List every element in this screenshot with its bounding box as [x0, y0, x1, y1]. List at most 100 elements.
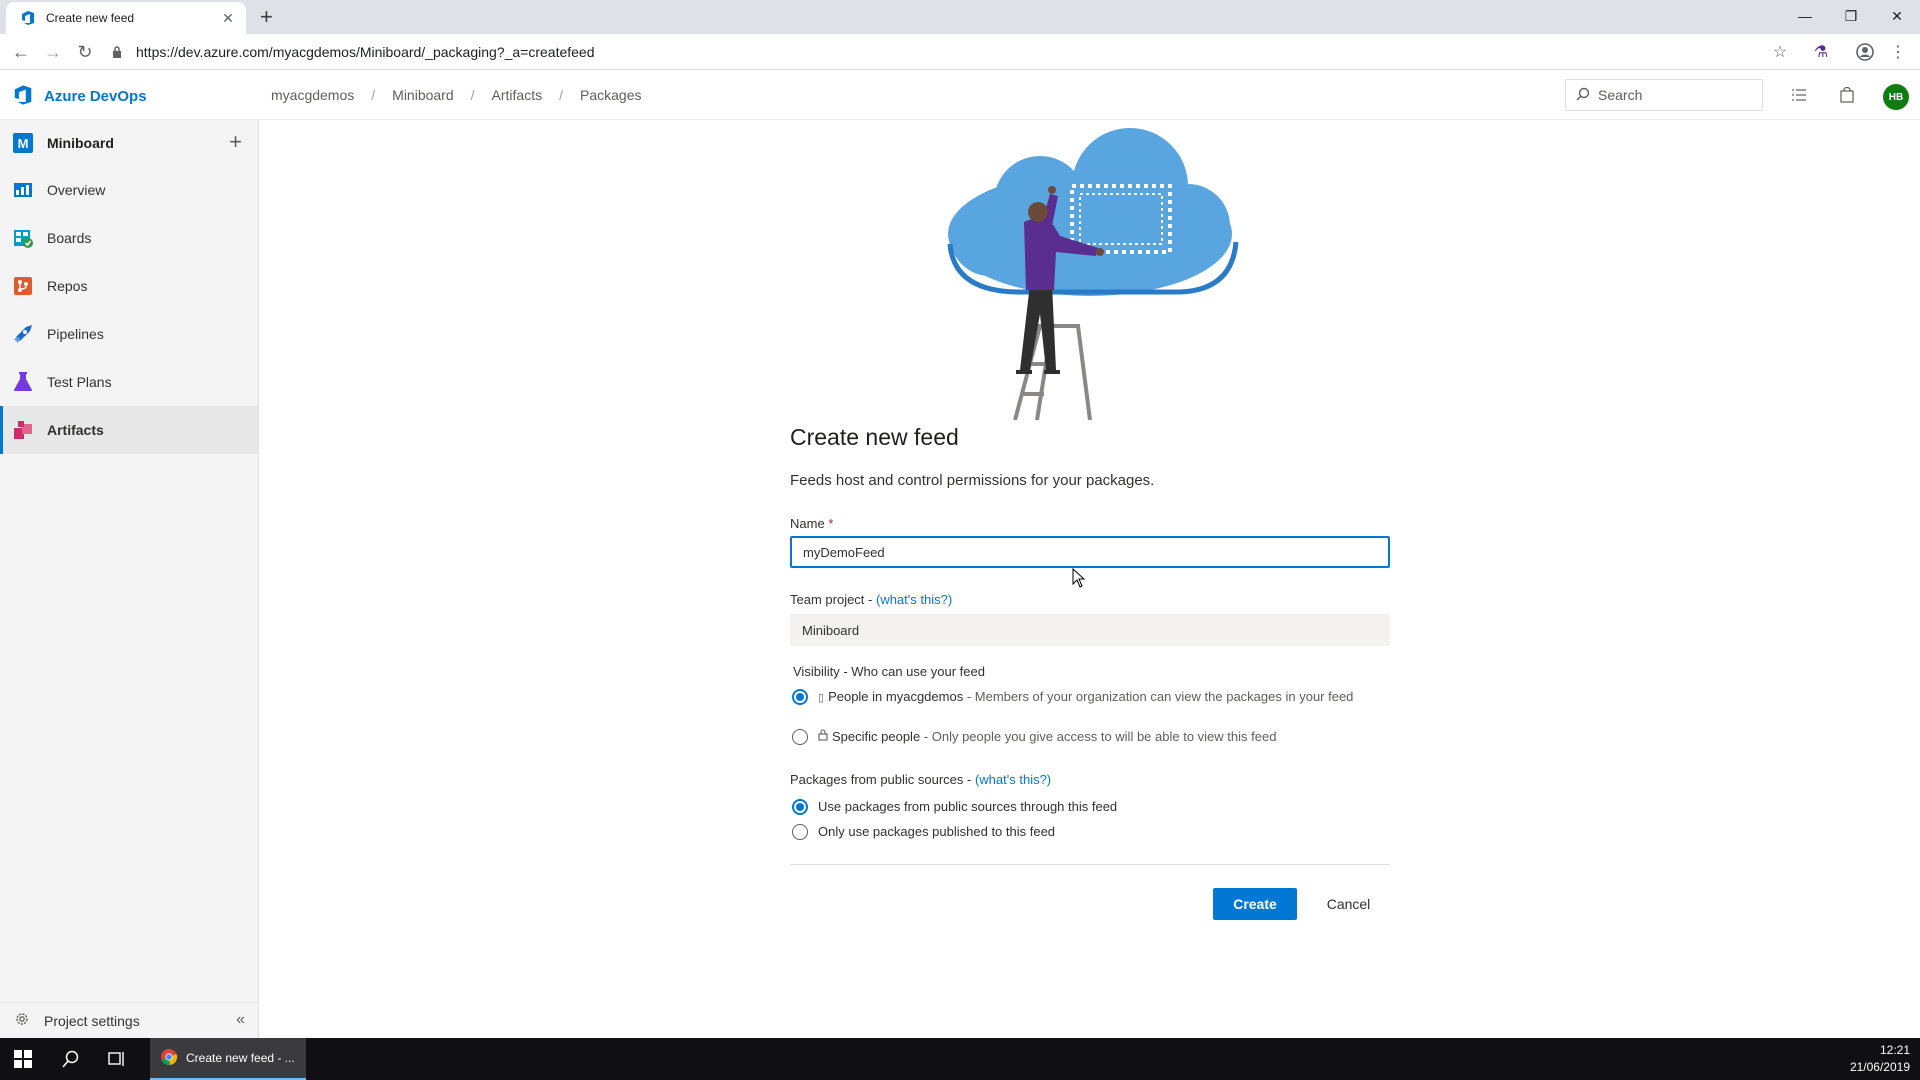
visibility-radio-specific[interactable]	[792, 729, 808, 745]
sidebar-item-repos[interactable]: Repos	[0, 262, 258, 310]
repos-icon	[12, 275, 34, 297]
tab-close-icon[interactable]: ✕	[220, 10, 236, 27]
breadcrumb-hub[interactable]: Artifacts	[492, 87, 543, 103]
address-bar[interactable]: https://dev.azure.com/myacgdemos/Miniboa…	[112, 39, 1777, 65]
visibility-option-specific[interactable]: Specific people - Only people you give a…	[792, 728, 1392, 747]
public-radio-local-only[interactable]	[792, 824, 808, 840]
breadcrumb-separator: /	[371, 87, 376, 103]
sidebar: M Miniboard + Overview Boards Repos Pipe…	[0, 120, 259, 1038]
system-clock[interactable]: 12:21 21/06/2019	[1850, 1042, 1910, 1076]
azure-devops-favicon-icon	[20, 10, 36, 26]
public-option-label: Use packages from public sources through…	[818, 799, 1118, 814]
windows-start-icon[interactable]	[14, 1050, 32, 1071]
breadcrumb-org[interactable]: myacgdemos	[271, 87, 354, 103]
sidebar-item-label: Pipelines	[47, 326, 104, 342]
form-divider	[790, 864, 1390, 865]
sidebar-item-label: Overview	[47, 182, 106, 198]
project-name: Miniboard	[47, 135, 114, 151]
cancel-button[interactable]: Cancel	[1307, 888, 1390, 920]
boards-icon	[12, 227, 34, 249]
reload-icon[interactable]: ↻	[73, 40, 97, 64]
clock-time: 12:21	[1879, 1043, 1910, 1057]
visibility-option-organization[interactable]: ▯ People in myacgdemos - Members of your …	[792, 688, 1392, 707]
public-option-upstream[interactable]: Use packages from public sources through…	[792, 798, 1392, 816]
visibility-radio-organization[interactable]	[792, 689, 808, 705]
ado-logo[interactable]: Azure DevOps	[12, 84, 147, 109]
page-subtitle: Feeds host and control permissions for y…	[790, 472, 1155, 489]
back-icon[interactable]: ←	[9, 40, 33, 64]
sidebar-item-boards[interactable]: Boards	[0, 214, 258, 262]
url-text: https://dev.azure.com/myacgdemos/Miniboa…	[136, 44, 595, 60]
project-settings[interactable]: Project settings «	[0, 1002, 259, 1038]
collapse-sidebar-icon[interactable]: «	[236, 1011, 245, 1029]
visibility-option-separator: -	[963, 689, 975, 704]
public-sources-whats-this-link[interactable]: (what's this?)	[975, 772, 1051, 787]
breadcrumb: myacgdemos / Miniboard / Artifacts / Pac…	[271, 70, 641, 120]
bookmark-star-icon[interactable]: ☆	[1769, 41, 1791, 63]
sidebar-item-pipelines[interactable]: Pipelines	[0, 310, 258, 358]
sidebar-item-artifacts[interactable]: Artifacts	[0, 406, 258, 454]
profile-icon[interactable]	[1854, 41, 1876, 63]
pipelines-icon	[12, 323, 34, 345]
public-sources-label-text: Packages from public sources -	[790, 772, 975, 787]
ado-header: Azure DevOps myacgdemos / Miniboard / Ar…	[0, 70, 1920, 120]
product-name: Azure DevOps	[44, 88, 147, 105]
team-project-label: Team project - (what's this?)	[790, 592, 952, 607]
window-controls: — ❐ ✕	[1782, 0, 1920, 32]
extension-icon[interactable]: ⚗	[1810, 41, 1832, 63]
artifacts-icon	[12, 419, 34, 441]
page-title: Create new feed	[790, 424, 959, 450]
task-view-icon[interactable]	[108, 1050, 126, 1071]
sidebar-item-overview[interactable]: Overview	[0, 166, 258, 214]
window-close-icon[interactable]: ✕	[1874, 0, 1920, 32]
sidebar-item-label: Repos	[47, 278, 88, 294]
search-input[interactable]	[1598, 87, 1748, 103]
feed-name-input[interactable]	[790, 536, 1390, 568]
breadcrumb-project[interactable]: Miniboard	[392, 87, 453, 103]
lock-icon	[112, 46, 126, 58]
add-icon[interactable]: +	[229, 131, 242, 153]
breadcrumb-page[interactable]: Packages	[580, 87, 641, 103]
visibility-option-desc: Members of your organization can view th…	[974, 689, 1354, 704]
sidebar-item-label: Artifacts	[47, 422, 104, 438]
public-radio-upstream[interactable]	[792, 799, 808, 815]
project-header[interactable]: M Miniboard +	[0, 120, 258, 166]
project-settings-label: Project settings	[44, 1012, 140, 1029]
tab-title: Create new feed	[46, 11, 135, 25]
sidebar-item-label: Boards	[47, 230, 92, 246]
taskbar-chrome-app[interactable]: Create new feed - ...	[150, 1038, 306, 1080]
create-feed-form: Create new feed Feeds host and control p…	[790, 424, 1390, 920]
search-box[interactable]	[1565, 79, 1763, 111]
taskbar-search-icon[interactable]	[62, 1050, 80, 1071]
test-plans-icon	[12, 371, 34, 393]
public-sources-label: Packages from public sources - (what's t…	[790, 772, 1051, 787]
shopping-bag-icon[interactable]	[1836, 84, 1858, 106]
visibility-option-desc: Only people you give access to will be a…	[931, 729, 1277, 744]
public-option-label: Only use packages published to this feed	[818, 824, 1056, 839]
team-project-whats-this-link[interactable]: (what's this?)	[876, 592, 952, 607]
create-button[interactable]: Create	[1213, 888, 1297, 920]
restore-icon[interactable]: ❐	[1828, 0, 1874, 32]
lock-icon	[818, 729, 828, 747]
browser-toolbar: ← → ↻ https://dev.azure.com/myacgdemos/M…	[0, 34, 1920, 70]
breadcrumb-separator: /	[470, 87, 475, 103]
user-avatar[interactable]: HB	[1883, 84, 1909, 110]
visibility-option-title: Specific people	[832, 729, 921, 744]
windows-taskbar: Create new feed - ... 12:21 21/06/2019	[0, 1038, 1920, 1080]
minimize-icon[interactable]: —	[1782, 0, 1828, 32]
task-list-icon[interactable]	[1788, 84, 1810, 106]
name-label: Name *	[790, 516, 833, 531]
feed-illustration	[947, 128, 1239, 420]
sidebar-item-test-plans[interactable]: Test Plans	[0, 358, 258, 406]
visibility-option-title: People in myacgdemos	[828, 689, 964, 704]
public-option-local-only[interactable]: Only use packages published to this feed	[792, 823, 1392, 841]
browser-menu-icon[interactable]: ⋮	[1887, 41, 1909, 63]
required-marker: *	[828, 516, 834, 531]
visibility-option-separator: -	[920, 729, 932, 744]
forward-icon[interactable]: →	[41, 40, 65, 64]
browser-tab[interactable]: Create new feed ✕	[6, 2, 246, 34]
azure-devops-logo-icon	[12, 84, 34, 109]
new-tab-icon[interactable]: +	[260, 4, 273, 30]
name-label-text: Name	[790, 516, 825, 531]
overview-icon	[12, 179, 34, 201]
